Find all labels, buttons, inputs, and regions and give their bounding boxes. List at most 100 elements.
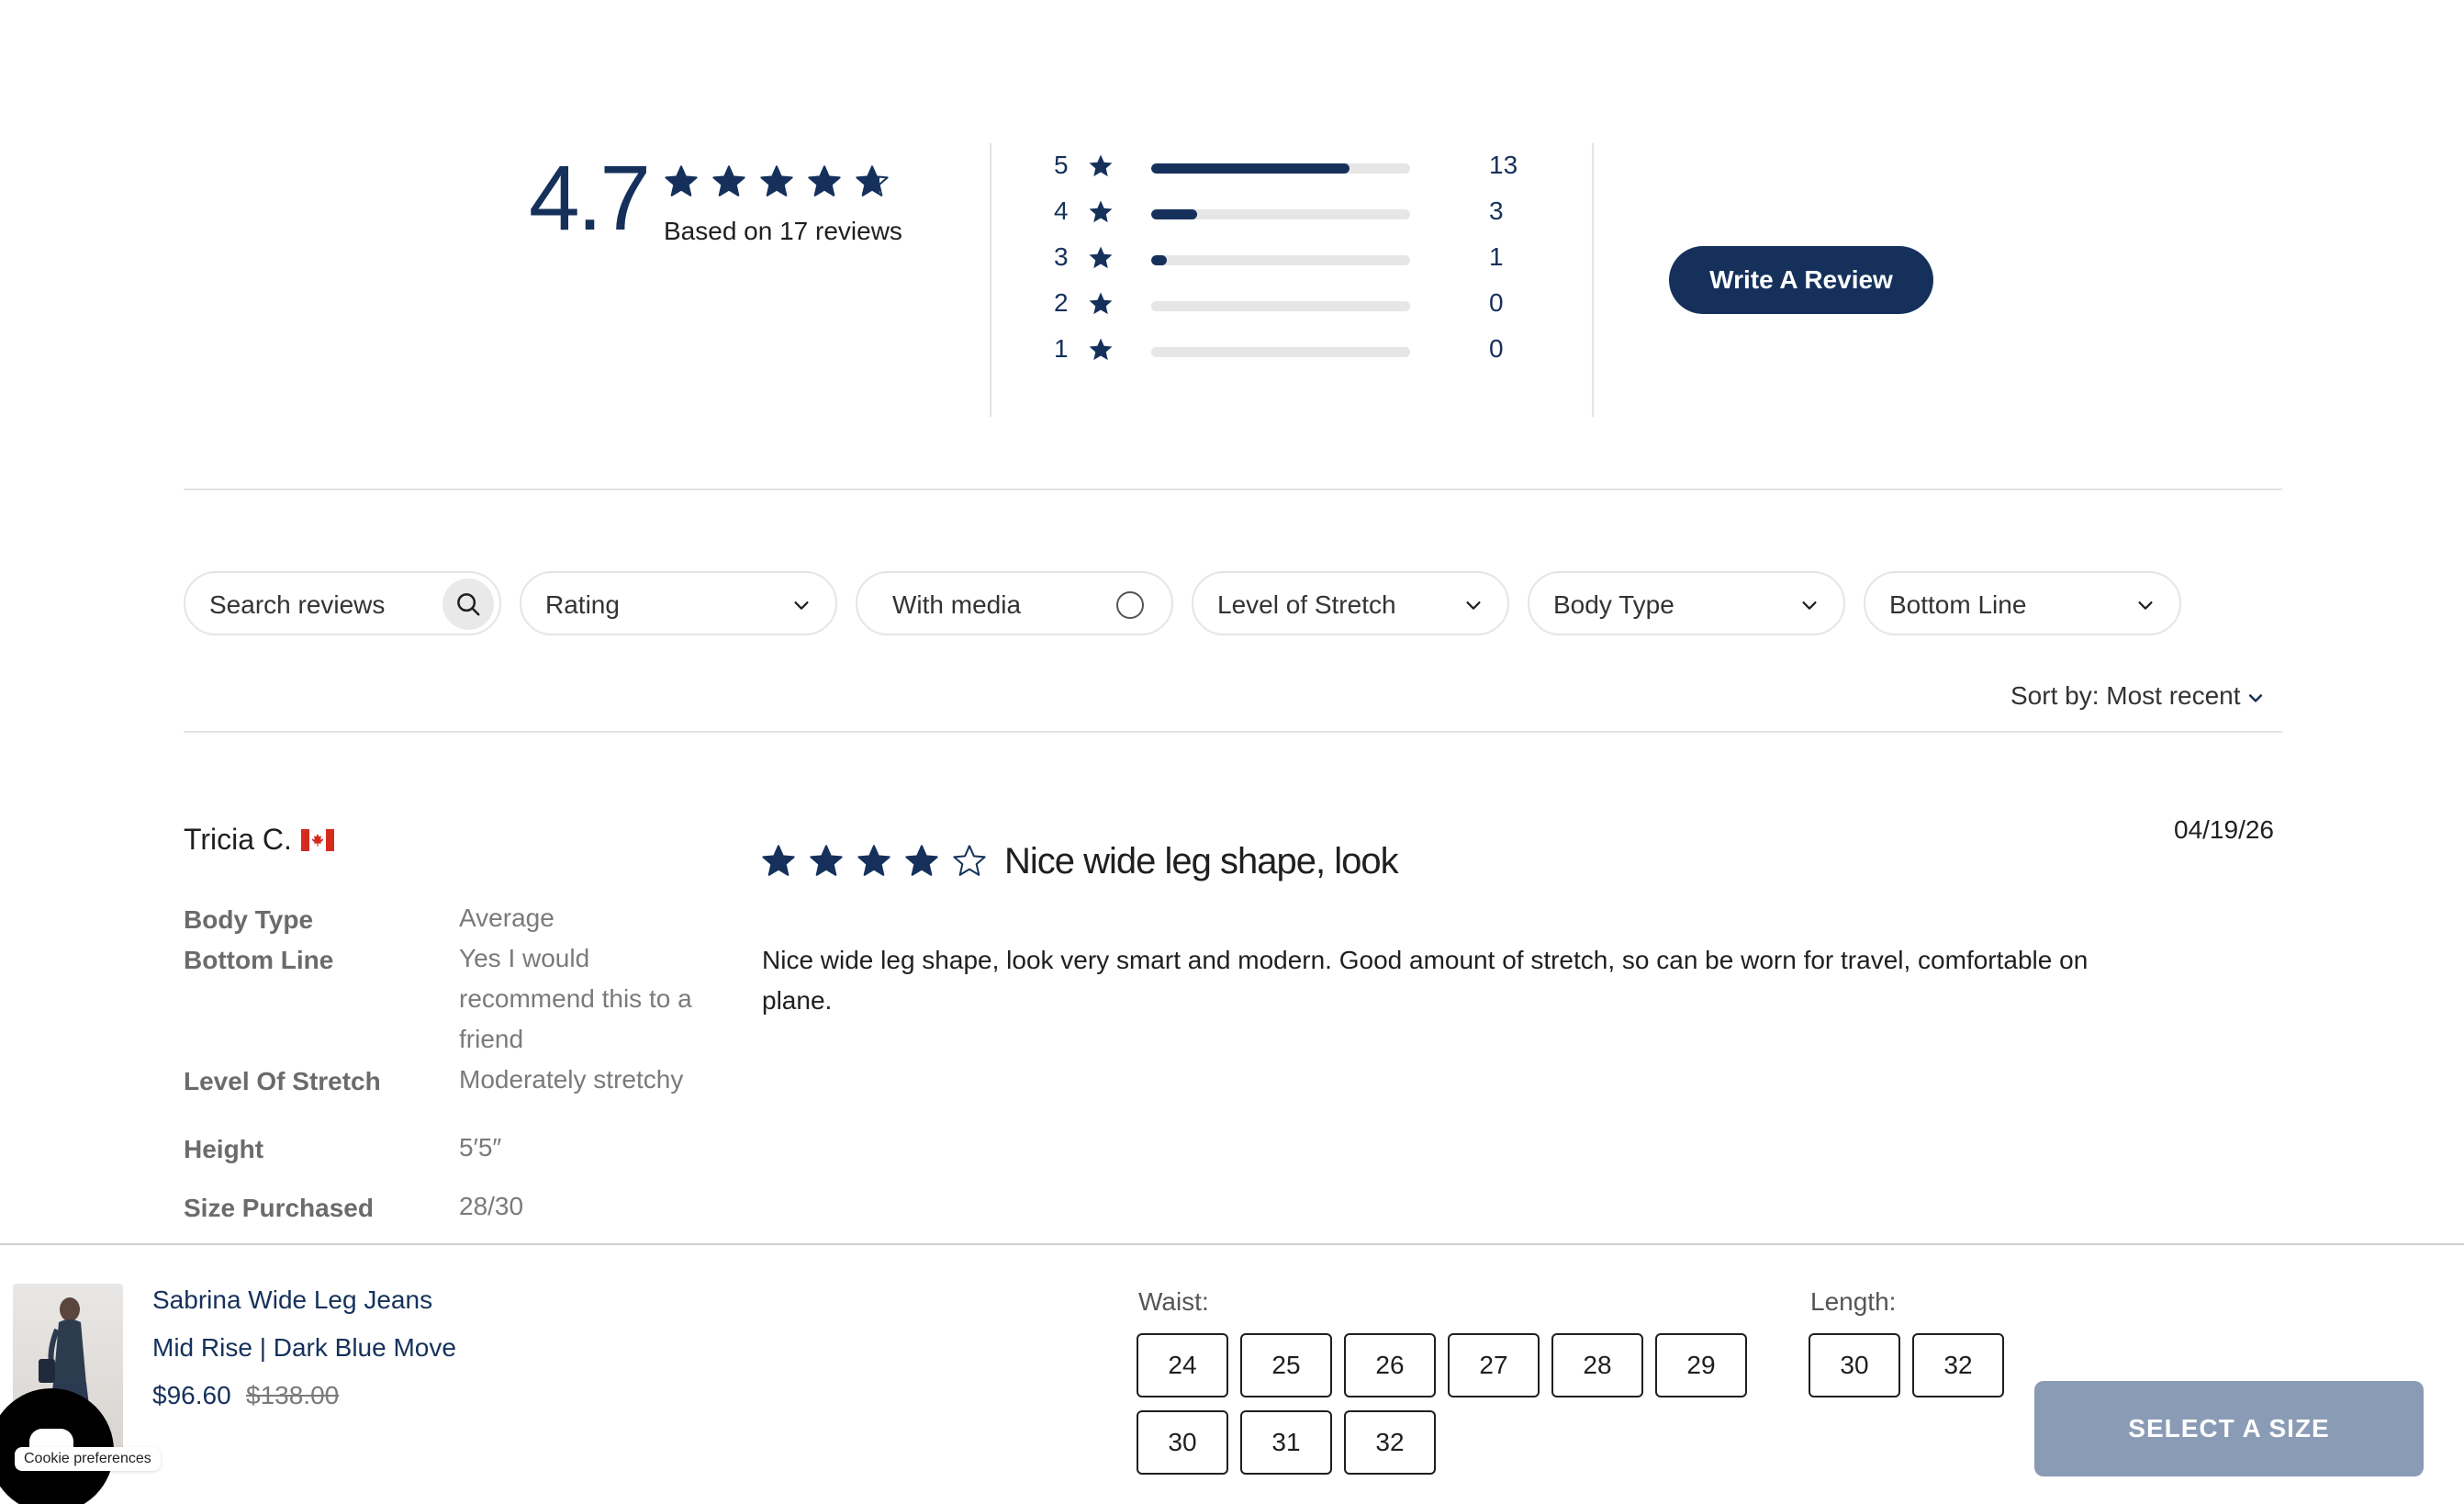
attribute-label: Body Type: [184, 905, 314, 934]
histogram-row-3[interactable]: 3 1: [1050, 239, 1528, 275]
length-size-option[interactable]: 32: [1912, 1333, 2004, 1397]
filter-label: Level of Stretch: [1217, 590, 1396, 619]
chevron-down-icon: [2138, 601, 2153, 610]
star-icon: [905, 845, 938, 876]
star-icon: [953, 845, 986, 876]
waist-size-option[interactable]: 27: [1448, 1333, 1540, 1397]
attribute-label: Size Purchased: [184, 1194, 374, 1222]
histogram-star-label: 3: [1054, 242, 1069, 271]
chevron-down-icon: [794, 601, 809, 610]
review-count-text: Based on 17 reviews: [664, 217, 902, 245]
star-icon: [808, 165, 841, 196]
section-divider: [184, 731, 2282, 733]
star-icon: [1089, 338, 1113, 361]
length-size-option[interactable]: 30: [1809, 1333, 1900, 1397]
average-rating-stars: [663, 163, 890, 200]
attribute-value: Yes I would recommend this to a friend: [459, 944, 692, 1053]
search-button[interactable]: [442, 578, 494, 630]
review-date: 04/19/26: [2174, 815, 2274, 844]
sort-dropdown[interactable]: Sort by: Most recent: [2010, 681, 2265, 711]
waist-size-option[interactable]: 28: [1551, 1333, 1643, 1397]
waist-size-option[interactable]: 26: [1344, 1333, 1436, 1397]
histogram-row-1[interactable]: 1 0: [1050, 331, 1528, 367]
histogram-bar: [1151, 163, 1410, 174]
histogram-bar: [1151, 209, 1410, 219]
sticky-product-bar: Sabrina Wide Leg Jeans Mid Rise | Dark B…: [0, 1243, 2464, 1504]
star-icon: [857, 845, 890, 876]
reviewer-name: Tricia C.: [184, 823, 292, 856]
star-icon: [1089, 154, 1113, 177]
reviews-summary: 4.7 Based on 17 reviews 5 13 4 3 3 1 2 0: [0, 0, 2464, 496]
filter-label: Bottom Line: [1889, 590, 2027, 619]
cookie-preferences-label[interactable]: Cookie preferences: [15, 1447, 161, 1471]
review-body: Nice wide leg shape, look very smart and…: [762, 946, 2089, 1015]
summary-divider: [1592, 143, 1594, 417]
star-icon: [1089, 200, 1113, 223]
canada-flag-icon: [301, 829, 334, 851]
chevron-down-icon: [1802, 601, 1817, 610]
waist-size-option[interactable]: 32: [1344, 1410, 1436, 1475]
histogram-bar: [1151, 347, 1410, 357]
search-reviews-field[interactable]: Search reviews: [184, 571, 501, 635]
waist-size-option[interactable]: 25: [1240, 1333, 1332, 1397]
histogram-row-2[interactable]: 2 0: [1050, 285, 1528, 321]
histogram-bar-fill: [1151, 255, 1167, 265]
select-a-size-button[interactable]: SELECT A SIZE: [2034, 1381, 2424, 1476]
length-label: Length:: [1810, 1287, 1897, 1316]
attribute-value: Average: [459, 904, 554, 932]
with-media-toggle[interactable]: With media: [856, 571, 1173, 635]
rating-filter-dropdown[interactable]: Rating: [520, 571, 837, 635]
review-title: Nice wide leg shape, look: [1004, 841, 1399, 881]
histogram-count: 0: [1489, 334, 1504, 363]
star-icon: [665, 165, 698, 196]
waist-size-option[interactable]: 24: [1137, 1333, 1228, 1397]
attribute-label: Level Of Stretch: [184, 1067, 381, 1095]
histogram-bar: [1151, 301, 1410, 311]
histogram-bar-fill: [1151, 163, 1350, 174]
attribute-label: Height: [184, 1135, 264, 1163]
level-of-stretch-filter-dropdown[interactable]: Level of Stretch: [1192, 571, 1509, 635]
attribute-value: 28/30: [459, 1192, 524, 1220]
body-type-filter-dropdown[interactable]: Body Type: [1528, 571, 1845, 635]
sort-label: Sort by: Most recent: [2010, 681, 2241, 710]
attribute-label: Bottom Line: [184, 946, 334, 974]
chevron-down-icon: [2248, 693, 2262, 702]
histogram-count: 13: [1489, 151, 1518, 179]
histogram-star-label: 4: [1054, 196, 1069, 225]
sale-price: $96.60: [152, 1381, 231, 1409]
star-icon: [856, 165, 889, 196]
histogram-row-4[interactable]: 4 3: [1050, 193, 1528, 230]
attribute-value: Moderately stretchy: [459, 1065, 684, 1094]
star-icon: [810, 845, 843, 876]
histogram-row-5[interactable]: 5 13: [1050, 147, 1528, 184]
section-divider: [184, 488, 2282, 490]
review-rating-stars: [760, 843, 988, 880]
original-price: $138.00: [246, 1381, 340, 1409]
filter-label: Rating: [545, 590, 620, 619]
histogram-count: 1: [1489, 242, 1504, 271]
histogram-bar: [1151, 255, 1410, 265]
histogram-bar-fill: [1151, 209, 1197, 219]
waist-label: Waist:: [1138, 1287, 1209, 1316]
bottom-line-filter-dropdown[interactable]: Bottom Line: [1864, 571, 2181, 635]
waist-size-option[interactable]: 30: [1137, 1410, 1228, 1475]
histogram-star-label: 2: [1054, 288, 1069, 317]
product-name-link[interactable]: Sabrina Wide Leg Jeans: [152, 1285, 432, 1315]
histogram-count: 3: [1489, 196, 1504, 225]
attribute-value: 5′5″: [459, 1133, 502, 1162]
write-review-button[interactable]: Write A Review: [1669, 246, 1933, 314]
star-icon: [712, 165, 745, 196]
histogram-star-label: 5: [1054, 151, 1069, 179]
summary-divider: [990, 143, 991, 417]
radio-icon[interactable]: [1116, 591, 1144, 619]
star-icon: [1089, 292, 1113, 315]
star-icon: [760, 165, 793, 196]
chevron-down-icon: [1466, 601, 1481, 610]
product-variant-link[interactable]: Mid Rise | Dark Blue Move: [152, 1333, 456, 1363]
waist-size-option[interactable]: 29: [1655, 1333, 1747, 1397]
star-icon: [762, 845, 795, 876]
histogram-count: 0: [1489, 288, 1504, 317]
waist-size-option[interactable]: 31: [1240, 1410, 1332, 1475]
filter-label: With media: [892, 590, 1022, 619]
search-input[interactable]: Search reviews: [209, 590, 385, 620]
